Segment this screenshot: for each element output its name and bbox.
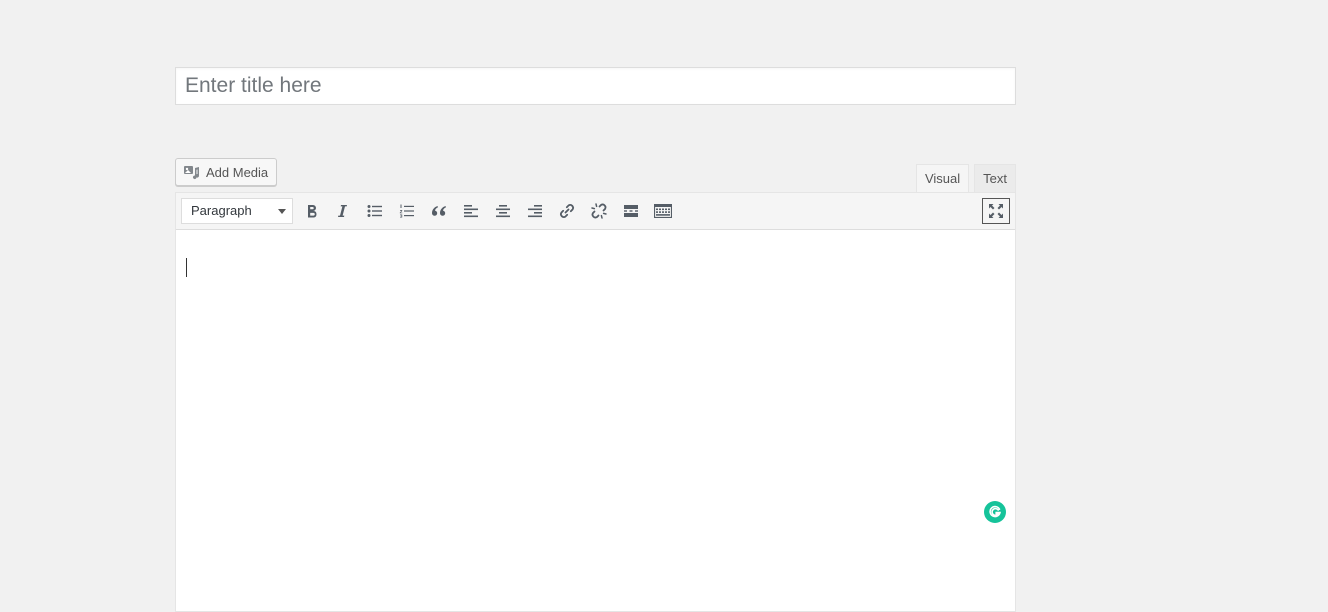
chevron-down-icon bbox=[278, 209, 286, 214]
format-select[interactable]: Paragraph bbox=[181, 198, 293, 224]
post-title-input[interactable] bbox=[175, 67, 1016, 105]
blockquote-icon bbox=[431, 206, 446, 216]
blockquote-button[interactable] bbox=[427, 199, 451, 223]
italic-icon bbox=[338, 205, 347, 217]
fullscreen-icon bbox=[989, 204, 1003, 218]
bold-button[interactable] bbox=[300, 199, 324, 223]
unlink-icon bbox=[591, 203, 607, 219]
add-media-label: Add Media bbox=[206, 164, 269, 180]
tab-visual[interactable]: Visual bbox=[915, 164, 970, 193]
align-center-icon bbox=[496, 205, 510, 218]
bulleted-list-button[interactable] bbox=[363, 199, 387, 223]
editor-tabs: Visual Text bbox=[915, 164, 1016, 193]
text-cursor bbox=[186, 258, 187, 277]
insert-link-button[interactable] bbox=[555, 199, 579, 223]
distraction-free-button[interactable] bbox=[982, 198, 1010, 224]
format-select-value: Paragraph bbox=[191, 203, 252, 218]
read-more-icon bbox=[624, 205, 638, 217]
link-icon bbox=[560, 204, 574, 218]
toolbar-toggle-button[interactable] bbox=[651, 199, 675, 223]
italic-button[interactable] bbox=[331, 199, 355, 223]
read-more-button[interactable] bbox=[619, 199, 643, 223]
editor-container: Paragraph bbox=[175, 192, 1016, 612]
align-left-button[interactable] bbox=[459, 199, 483, 223]
numbered-list-button[interactable] bbox=[395, 199, 419, 223]
align-left-icon bbox=[464, 205, 478, 218]
add-media-button[interactable]: Add Media bbox=[175, 158, 278, 186]
editor-content-area[interactable] bbox=[176, 230, 1015, 610]
tab-text[interactable]: Text bbox=[974, 164, 1016, 192]
align-right-icon bbox=[528, 205, 542, 218]
grammarly-icon bbox=[989, 505, 1001, 518]
align-center-button[interactable] bbox=[491, 199, 515, 223]
grammarly-button[interactable] bbox=[984, 501, 1006, 523]
remove-link-button[interactable] bbox=[587, 199, 611, 223]
bold-icon bbox=[308, 205, 317, 218]
align-right-button[interactable] bbox=[523, 199, 547, 223]
bulleted-list-icon bbox=[367, 205, 382, 217]
add-media-icon bbox=[183, 164, 201, 180]
keyboard-icon bbox=[654, 204, 672, 218]
editor-toolbar: Paragraph bbox=[176, 193, 1015, 230]
numbered-list-icon bbox=[399, 204, 414, 218]
